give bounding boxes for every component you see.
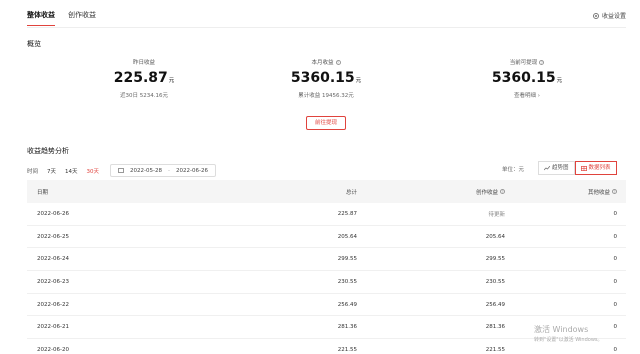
stat-withdrawable: 当前可提现? 5360.15元 查看明细 › [447,58,607,99]
view-details-link[interactable]: 查看明细 › [447,91,607,99]
cell-creation: 221.55 [485,346,505,353]
period-30d[interactable]: 30天 [87,167,100,175]
cell-other: 0 [613,278,618,285]
header-total: 总计 [345,189,357,196]
header-creation-label: 创作收益 [475,189,498,196]
income-settings-label: 收益设置 [601,13,626,20]
tab-creation-income[interactable]: 创作收益 [68,10,96,26]
table-row: 2022-06-24 299.55 299.55 0 [27,248,626,272]
stat-yesterday: 昨日收益 225.87元 近30日 5234.16元 [64,58,224,99]
stat-month: 本月收益? 5360.15元 累计收益 19456.32元 [246,58,406,99]
cell-date: 2022-06-26 [37,210,69,217]
windows-activation-watermark: 激活 Windows 转到"设置"以激活 Windows。 [534,324,603,343]
cell-total: 256.49 [337,301,357,308]
help-icon[interactable]: ? [612,189,617,194]
cell-other: 0 [613,210,618,217]
cell-date: 2022-06-23 [37,278,69,285]
cell-creation: 299.55 [485,256,505,263]
cell-other: 0 [613,301,618,308]
end-date: 2022-06-26 [175,167,208,174]
calendar-icon [118,168,125,173]
watermark-line2: 转到"设置"以激活 Windows。 [534,337,603,343]
stat-yesterday-value-wrap: 225.87元 [64,70,224,89]
cell-total: 225.87 [337,210,357,217]
header-other: 其他收益? [507,188,617,196]
date-range-picker[interactable]: 2022-05-28 - 2022-06-26 [110,164,216,177]
stat-withdrawable-unit: 元 [556,78,563,84]
stat-yesterday-unit: 元 [168,78,175,84]
view-toggle: 趋势图 数据列表 [538,161,617,175]
data-list-button[interactable]: 数据列表 [574,161,617,175]
stat-month-label: 本月收益 [311,60,334,66]
date-separator: - [167,167,170,174]
table-header: 日期 总计 创作收益? 其他收益? [27,180,626,203]
stat-month-unit: 元 [355,78,362,84]
stat-month-value-wrap: 5360.15元 [246,70,406,89]
cell-other: 0 [613,233,618,240]
cell-creation: 281.36 [485,324,505,331]
settings-icon [592,12,599,19]
cell-total: 205.64 [337,233,357,240]
cell-total: 221.55 [337,346,357,353]
table-row: 2022-06-23 230.55 230.55 0 [27,271,626,294]
unit-label: 单位：元 [502,167,525,173]
table-row: 2022-06-26 225.87 待更新 0 [27,203,626,226]
cell-date: 2022-06-22 [37,301,69,308]
header-divider [27,27,626,28]
cell-total: 230.55 [337,278,357,285]
cell-total: 299.55 [337,256,357,263]
stat-month-value: 5360.15 [290,70,355,86]
cell-creation: 待更新 [488,211,505,218]
cell-other: 0 [613,256,618,263]
start-date: 2022-05-28 [130,167,162,174]
stat-month-sub: 累计收益 19456.32元 [298,93,354,99]
table-row: 2022-06-22 256.49 256.49 0 [27,294,626,317]
table-icon [580,165,587,171]
help-icon[interactable]: ? [335,59,341,65]
withdraw-button[interactable]: 前往提现 [306,116,346,130]
time-label: 时间 [27,168,39,175]
cell-creation: 205.64 [485,233,505,240]
stat-yesterday-sub: 近30日 5234.16元 [120,93,168,99]
period-7d[interactable]: 7天 [47,167,56,175]
stat-withdrawable-value: 5360.15 [491,70,556,86]
stat-withdrawable-value-wrap: 5360.15元 [447,70,607,89]
stat-withdrawable-label: 当前可提现 [509,60,538,66]
line-chart-icon [544,165,550,170]
header-other-label: 其他收益 [587,189,610,196]
help-icon[interactable]: ? [539,59,545,65]
overview-title: 概览 [27,40,41,48]
cell-creation: 230.55 [485,278,505,285]
cell-creation: 256.49 [485,301,505,308]
trend-filter: 时间 7天 14天 30天 2022-05-28 - 2022-06-26 [27,164,216,177]
help-icon[interactable]: ? [500,189,505,194]
cell-date: 2022-06-20 [37,346,69,353]
stat-withdrawable-label-wrap: 当前可提现? [447,58,607,66]
stat-yesterday-label: 昨日收益 [132,60,155,66]
tab-bar: 整体收益 创作收益 [27,10,96,26]
tab-overall-income[interactable]: 整体收益 [27,10,55,26]
header-date: 日期 [37,189,49,196]
cell-date: 2022-06-25 [37,233,69,240]
trend-chart-label: 趋势图 [552,165,569,171]
cell-date: 2022-06-21 [37,324,69,331]
table-row: 2022-06-25 205.64 205.64 0 [27,226,626,249]
cell-other: 0 [613,346,618,353]
watermark-line1: 激活 Windows [534,325,589,334]
stat-yesterday-value: 225.87 [113,70,168,86]
data-list-label: 数据列表 [588,165,611,171]
header-creation: 创作收益? [357,188,507,196]
cell-date: 2022-06-24 [37,256,69,263]
cell-total: 281.36 [337,324,357,331]
trend-title: 收益趋势分析 [27,147,69,155]
income-settings-link[interactable]: 收益设置 [592,11,626,20]
trend-chart-button[interactable]: 趋势图 [538,161,575,175]
stat-month-label-wrap: 本月收益? [246,58,406,66]
period-14d[interactable]: 14天 [65,167,78,175]
